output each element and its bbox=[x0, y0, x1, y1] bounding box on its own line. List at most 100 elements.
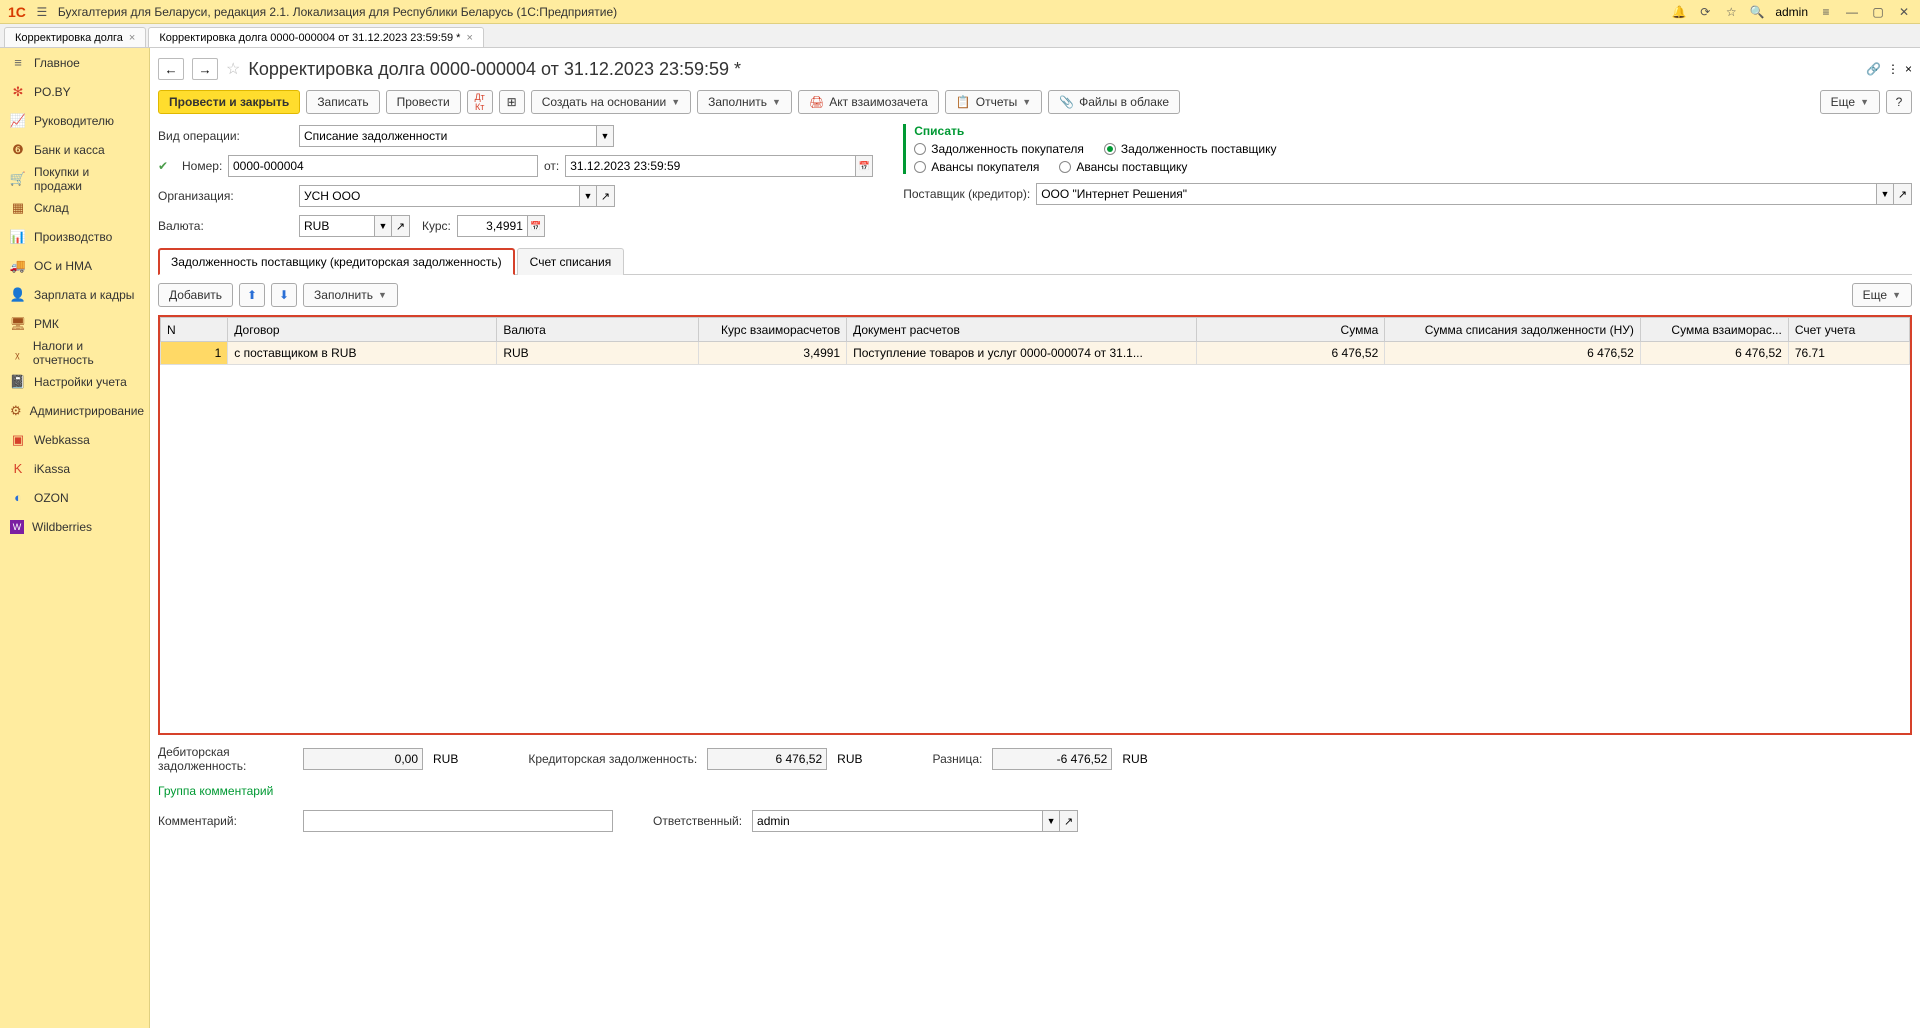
radio-customer-advance[interactable]: Авансы покупателя bbox=[914, 160, 1039, 174]
back-button[interactable]: ← bbox=[158, 58, 184, 80]
fill-table-button[interactable]: Заполнить▼ bbox=[303, 283, 398, 307]
dropdown-icon[interactable]: ▼ bbox=[1042, 810, 1060, 832]
move-down-button[interactable]: ⬇ bbox=[271, 283, 297, 307]
user-label[interactable]: admin bbox=[1775, 5, 1808, 19]
cell-sum[interactable]: 6 476,52 bbox=[1196, 342, 1384, 365]
sidebar-item-manager[interactable]: 📈Руководителю bbox=[0, 106, 149, 135]
act-button[interactable]: 🖨Акт взаимозачета bbox=[798, 90, 939, 114]
search-icon[interactable]: 🔍 bbox=[1749, 4, 1765, 20]
settings-icon[interactable]: ≡ bbox=[1818, 4, 1834, 20]
kebab-icon[interactable]: ⋮ bbox=[1887, 62, 1899, 76]
close-icon[interactable]: ✕ bbox=[1896, 4, 1912, 20]
op-select[interactable] bbox=[299, 125, 596, 147]
structure-button[interactable]: ⊞ bbox=[499, 90, 525, 114]
sidebar-item-settings[interactable]: 📓Настройки учета bbox=[0, 367, 149, 396]
col-currency[interactable]: Валюта bbox=[497, 318, 699, 342]
calendar-icon[interactable]: 📅 bbox=[855, 155, 873, 177]
sidebar-item-ozon[interactable]: ◐OZON bbox=[0, 483, 149, 512]
rate-input[interactable] bbox=[457, 215, 527, 237]
more-button[interactable]: Еще▼ bbox=[1820, 90, 1880, 114]
sidebar-item-tax[interactable]: ᵪНалоги и отчетность bbox=[0, 338, 149, 367]
sidebar-item-warehouse[interactable]: ▦Склад bbox=[0, 193, 149, 222]
comment-group-link[interactable]: Группа комментарий bbox=[158, 784, 273, 798]
move-up-button[interactable]: ⬆ bbox=[239, 283, 265, 307]
dropdown-icon[interactable]: ▼ bbox=[596, 125, 614, 147]
subtab-debt[interactable]: Задолженность поставщику (кредиторская з… bbox=[158, 248, 515, 275]
sidebar-item-admin[interactable]: ⚙Администрирование bbox=[0, 396, 149, 425]
create-based-button[interactable]: Создать на основании▼ bbox=[531, 90, 691, 114]
close-tab-icon[interactable]: × bbox=[466, 32, 472, 44]
subtab-account[interactable]: Счет списания bbox=[517, 248, 625, 275]
sidebar-item-salary[interactable]: 👤Зарплата и кадры bbox=[0, 280, 149, 309]
radio-customer-debt[interactable]: Задолженность покупателя bbox=[914, 142, 1084, 156]
sidebar-item-webkassa[interactable]: ▣Webkassa bbox=[0, 425, 149, 454]
star-icon[interactable]: ☆ bbox=[1723, 4, 1739, 20]
wintab-2[interactable]: Корректировка долга 0000-000004 от 31.12… bbox=[148, 27, 484, 47]
date-input[interactable] bbox=[565, 155, 855, 177]
sidebar-item-main[interactable]: ≡Главное bbox=[0, 48, 149, 77]
post-button[interactable]: Провести bbox=[386, 90, 461, 114]
post-close-button[interactable]: Провести и закрыть bbox=[158, 90, 300, 114]
history-icon[interactable]: ⟳ bbox=[1697, 4, 1713, 20]
col-rate[interactable]: Курс взаиморасчетов bbox=[699, 318, 847, 342]
col-sum-vzr[interactable]: Сумма взаиморас... bbox=[1640, 318, 1788, 342]
maximize-icon[interactable]: ▢ bbox=[1870, 4, 1886, 20]
sidebar-item-sales[interactable]: 🛒Покупки и продажи bbox=[0, 164, 149, 193]
cloud-button[interactable]: 📎Файлы в облаке bbox=[1048, 90, 1180, 114]
open-icon[interactable]: ↗ bbox=[597, 185, 615, 207]
cell-n[interactable]: 1 bbox=[161, 342, 228, 365]
burger-icon[interactable]: ☰ bbox=[34, 4, 50, 20]
dtkt-button[interactable]: ДтКт bbox=[467, 90, 493, 114]
reports-button[interactable]: 📋Отчеты▼ bbox=[945, 90, 1042, 114]
col-n[interactable]: N bbox=[161, 318, 228, 342]
minimize-icon[interactable]: — bbox=[1844, 4, 1860, 20]
col-account[interactable]: Счет учета bbox=[1788, 318, 1909, 342]
dropdown-icon[interactable]: ▼ bbox=[579, 185, 597, 207]
table-row[interactable]: 1 с поставщиком в RUB RUB 3,4991 Поступл… bbox=[161, 342, 1910, 365]
col-sum-nu[interactable]: Сумма списания задолженности (НУ) bbox=[1385, 318, 1641, 342]
radio-supplier-advance[interactable]: Авансы поставщику bbox=[1059, 160, 1187, 174]
cell-sum-vzr[interactable]: 6 476,52 bbox=[1640, 342, 1788, 365]
cell-sum-nu[interactable]: 6 476,52 bbox=[1385, 342, 1641, 365]
cell-account[interactable]: 76.71 bbox=[1788, 342, 1909, 365]
cell-doc[interactable]: Поступление товаров и услуг 0000-000074 … bbox=[847, 342, 1197, 365]
currency-select[interactable] bbox=[299, 215, 374, 237]
col-sum[interactable]: Сумма bbox=[1196, 318, 1384, 342]
sidebar-item-bank[interactable]: ❻Банк и касса bbox=[0, 135, 149, 164]
open-icon[interactable]: ↗ bbox=[1894, 183, 1912, 205]
sidebar-item-os[interactable]: 🚚ОС и НМА bbox=[0, 251, 149, 280]
favorite-star-icon[interactable]: ☆ bbox=[226, 59, 240, 79]
open-icon[interactable]: ↗ bbox=[1060, 810, 1078, 832]
forward-button[interactable]: → bbox=[192, 58, 218, 80]
save-button[interactable]: Записать bbox=[306, 90, 379, 114]
number-input[interactable] bbox=[228, 155, 538, 177]
calendar-icon[interactable]: 📅 bbox=[527, 215, 545, 237]
col-contract[interactable]: Договор bbox=[228, 318, 497, 342]
table-more-button[interactable]: Еще▼ bbox=[1852, 283, 1912, 307]
sidebar-item-wb[interactable]: WWildberries bbox=[0, 512, 149, 541]
dropdown-icon[interactable]: ▼ bbox=[374, 215, 392, 237]
sidebar-item-production[interactable]: 📊Производство bbox=[0, 222, 149, 251]
org-select[interactable] bbox=[299, 185, 579, 207]
sidebar-item-ikassa[interactable]: KiKassa bbox=[0, 454, 149, 483]
cell-contract[interactable]: с поставщиком в RUB bbox=[228, 342, 497, 365]
fill-button[interactable]: Заполнить▼ bbox=[697, 90, 792, 114]
bell-icon[interactable]: 🔔 bbox=[1671, 4, 1687, 20]
close-form-icon[interactable]: × bbox=[1905, 62, 1912, 76]
add-row-button[interactable]: Добавить bbox=[158, 283, 233, 307]
supplier-select[interactable] bbox=[1036, 183, 1876, 205]
cell-currency[interactable]: RUB bbox=[497, 342, 699, 365]
sidebar-item-poby[interactable]: ✻PO.BY bbox=[0, 77, 149, 106]
sidebar-item-rmk[interactable]: 🖥РМК bbox=[0, 309, 149, 338]
close-tab-icon[interactable]: × bbox=[129, 32, 135, 44]
help-button[interactable]: ? bbox=[1886, 90, 1912, 114]
resp-select[interactable] bbox=[752, 810, 1042, 832]
dropdown-icon[interactable]: ▼ bbox=[1876, 183, 1894, 205]
cell-rate[interactable]: 3,4991 bbox=[699, 342, 847, 365]
comment-input[interactable] bbox=[303, 810, 613, 832]
col-doc[interactable]: Документ расчетов bbox=[847, 318, 1197, 342]
link-icon[interactable]: 🔗 bbox=[1866, 62, 1881, 76]
radio-supplier-debt[interactable]: Задолженность поставщику bbox=[1104, 142, 1277, 156]
open-icon[interactable]: ↗ bbox=[392, 215, 410, 237]
wintab-1[interactable]: Корректировка долга × bbox=[4, 27, 146, 47]
